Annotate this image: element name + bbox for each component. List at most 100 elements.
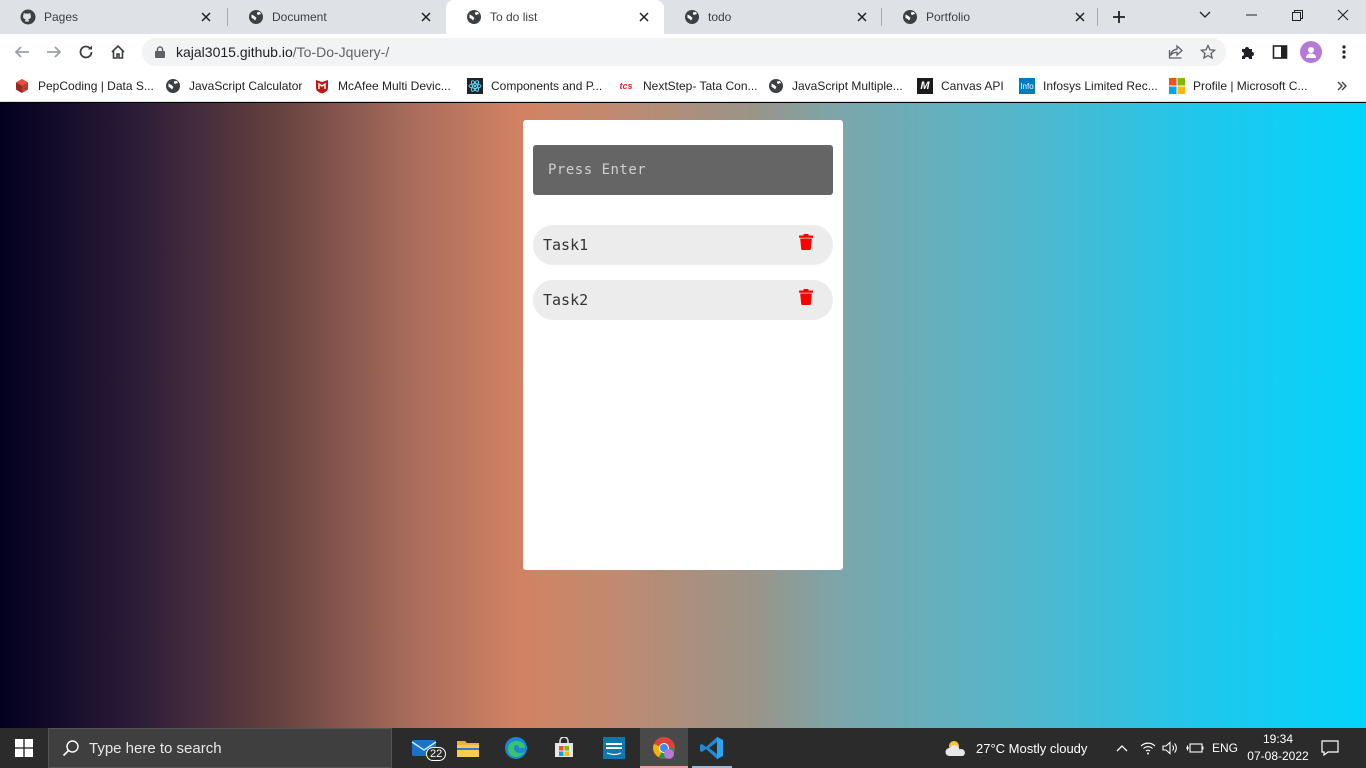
battery-plug-icon xyxy=(1186,743,1204,753)
weather-text: 27°C Mostly cloudy xyxy=(976,740,1088,756)
bookmark-label: Profile | Microsoft C... xyxy=(1193,79,1308,93)
bookmark-javascript-calculator[interactable]: JavaScript Calculator xyxy=(165,76,302,96)
tab-to-do-list[interactable]: To do list xyxy=(446,0,664,34)
taskbar-chrome[interactable] xyxy=(640,728,688,768)
trash-icon[interactable] xyxy=(799,234,813,250)
lock-icon[interactable] xyxy=(154,45,166,59)
network-button[interactable] xyxy=(1140,728,1156,768)
puzzle-icon xyxy=(1242,47,1254,59)
bookmark-components[interactable]: Components and P... xyxy=(467,76,602,96)
new-tab-button[interactable] xyxy=(1108,6,1130,28)
tab-pages[interactable]: Pages xyxy=(0,0,226,34)
address-bar[interactable]: kajal3015.github.io/To-Do-Jquery-/ xyxy=(142,38,1226,66)
more-vert-icon xyxy=(1342,45,1346,59)
forward-button[interactable] xyxy=(40,38,68,66)
bookmark-pepcoding[interactable]: PepCoding | Data S... xyxy=(14,76,154,96)
share-icon[interactable] xyxy=(1168,44,1184,60)
action-center-button[interactable] xyxy=(1320,738,1340,758)
bookmark-infosys[interactable]: Info Infosys Limited Rec... xyxy=(1019,76,1158,96)
edge-icon xyxy=(505,737,527,759)
home-icon xyxy=(111,44,125,59)
close-tab-icon[interactable] xyxy=(854,9,870,25)
star-icon[interactable] xyxy=(1200,44,1216,60)
browser-toolbar: kajal3015.github.io/To-Do-Jquery-/ xyxy=(0,34,1366,70)
close-tab-icon[interactable] xyxy=(418,9,434,25)
language-indicator[interactable]: ENG xyxy=(1212,728,1238,768)
task-item[interactable]: Task1 xyxy=(533,225,833,265)
restore-icon xyxy=(1291,9,1303,21)
tab-portfolio[interactable]: Portfolio xyxy=(882,0,1100,34)
show-hidden-icons-button[interactable] xyxy=(1116,728,1128,768)
close-icon xyxy=(1337,9,1349,21)
home-button[interactable] xyxy=(104,38,132,66)
close-tab-icon[interactable] xyxy=(636,9,652,25)
battery-button[interactable] xyxy=(1186,728,1204,768)
todo-input[interactable] xyxy=(533,145,833,195)
taskbar-store[interactable] xyxy=(540,728,588,768)
chevron-down-icon xyxy=(1199,11,1211,18)
bookmark-label: NextStep- Tata Con... xyxy=(643,79,758,93)
clock-time: 19:34 xyxy=(1262,732,1294,746)
trash-icon[interactable] xyxy=(799,289,813,305)
tab-todo[interactable]: todo xyxy=(664,0,882,34)
minimize-icon xyxy=(1245,14,1257,16)
taskbar-prime-video[interactable] xyxy=(590,728,638,768)
reload-button[interactable] xyxy=(72,38,100,66)
taskbar-mail[interactable]: 22 xyxy=(400,728,448,768)
bookmark-mcafee[interactable]: McAfee Multi Devic... xyxy=(314,76,451,96)
double-chevron-right-icon xyxy=(1337,81,1347,91)
page-viewport: Task1 Task2 xyxy=(0,103,1366,728)
side-panel-icon xyxy=(1272,45,1288,59)
taskbar-file-explorer[interactable] xyxy=(444,728,492,768)
start-button[interactable] xyxy=(0,728,48,768)
globe-icon xyxy=(248,9,264,25)
notification-icon xyxy=(1321,740,1339,756)
volume-button[interactable] xyxy=(1162,728,1178,768)
menu-button[interactable] xyxy=(1334,42,1354,62)
task-item[interactable]: Task2 xyxy=(533,280,833,320)
side-panel-button[interactable] xyxy=(1270,42,1290,62)
search-icon xyxy=(61,738,81,758)
globe-icon xyxy=(466,9,482,25)
extensions-button[interactable] xyxy=(1238,42,1258,62)
bookmark-microsoft-profile[interactable]: Profile | Microsoft C... xyxy=(1169,76,1307,96)
windows-taskbar: Type here to search 22 27°C Mostly cloud… xyxy=(0,728,1366,768)
taskbar-search[interactable]: Type here to search xyxy=(48,728,392,768)
url-text: kajal3015.github.io/To-Do-Jquery-/ xyxy=(176,44,389,60)
arrow-right-icon xyxy=(47,46,62,58)
github-icon xyxy=(20,9,36,25)
taskbar-edge[interactable] xyxy=(492,728,540,768)
language-text: ENG xyxy=(1212,741,1239,755)
restore-button[interactable] xyxy=(1274,0,1320,30)
plus-icon xyxy=(1113,11,1125,23)
bookmark-label: JavaScript Calculator xyxy=(189,79,303,93)
tab-search-button[interactable] xyxy=(1182,0,1228,30)
back-button[interactable] xyxy=(8,38,36,66)
bookmark-javascript-multiple[interactable]: JavaScript Multiple... xyxy=(768,76,903,96)
globe-icon xyxy=(165,78,181,94)
profile-avatar[interactable] xyxy=(1300,41,1322,63)
chevron-up-icon xyxy=(1116,745,1128,752)
weather-widget[interactable]: 27°C Mostly cloudy xyxy=(944,728,1087,768)
close-tab-icon[interactable] xyxy=(1072,9,1088,25)
chrome-icon xyxy=(653,737,675,759)
tab-document[interactable]: Document xyxy=(228,0,446,34)
taskbar-vscode[interactable] xyxy=(688,728,736,768)
mdn-icon: M xyxy=(917,78,933,94)
bookmark-label: Canvas API xyxy=(941,79,1004,93)
bookmarks-overflow-button[interactable] xyxy=(1334,78,1350,94)
minimize-button[interactable] xyxy=(1228,0,1274,30)
react-icon xyxy=(467,78,483,94)
task-text: Task2 xyxy=(543,291,589,309)
bookmark-nextstep[interactable]: tcs NextStep- Tata Con... xyxy=(617,76,758,96)
bookmark-canvas-api[interactable]: M Canvas API xyxy=(917,76,1004,96)
avatar-icon xyxy=(1306,47,1316,58)
clock[interactable]: 19:34 07-08-2022 xyxy=(1240,731,1316,765)
windows-icon xyxy=(15,739,33,757)
close-tab-icon[interactable] xyxy=(198,9,214,25)
store-icon xyxy=(555,737,573,757)
close-window-button[interactable] xyxy=(1320,0,1366,30)
wifi-icon xyxy=(1140,742,1156,755)
task-text: Task1 xyxy=(543,236,589,254)
clock-date: 07-08-2022 xyxy=(1247,749,1309,763)
